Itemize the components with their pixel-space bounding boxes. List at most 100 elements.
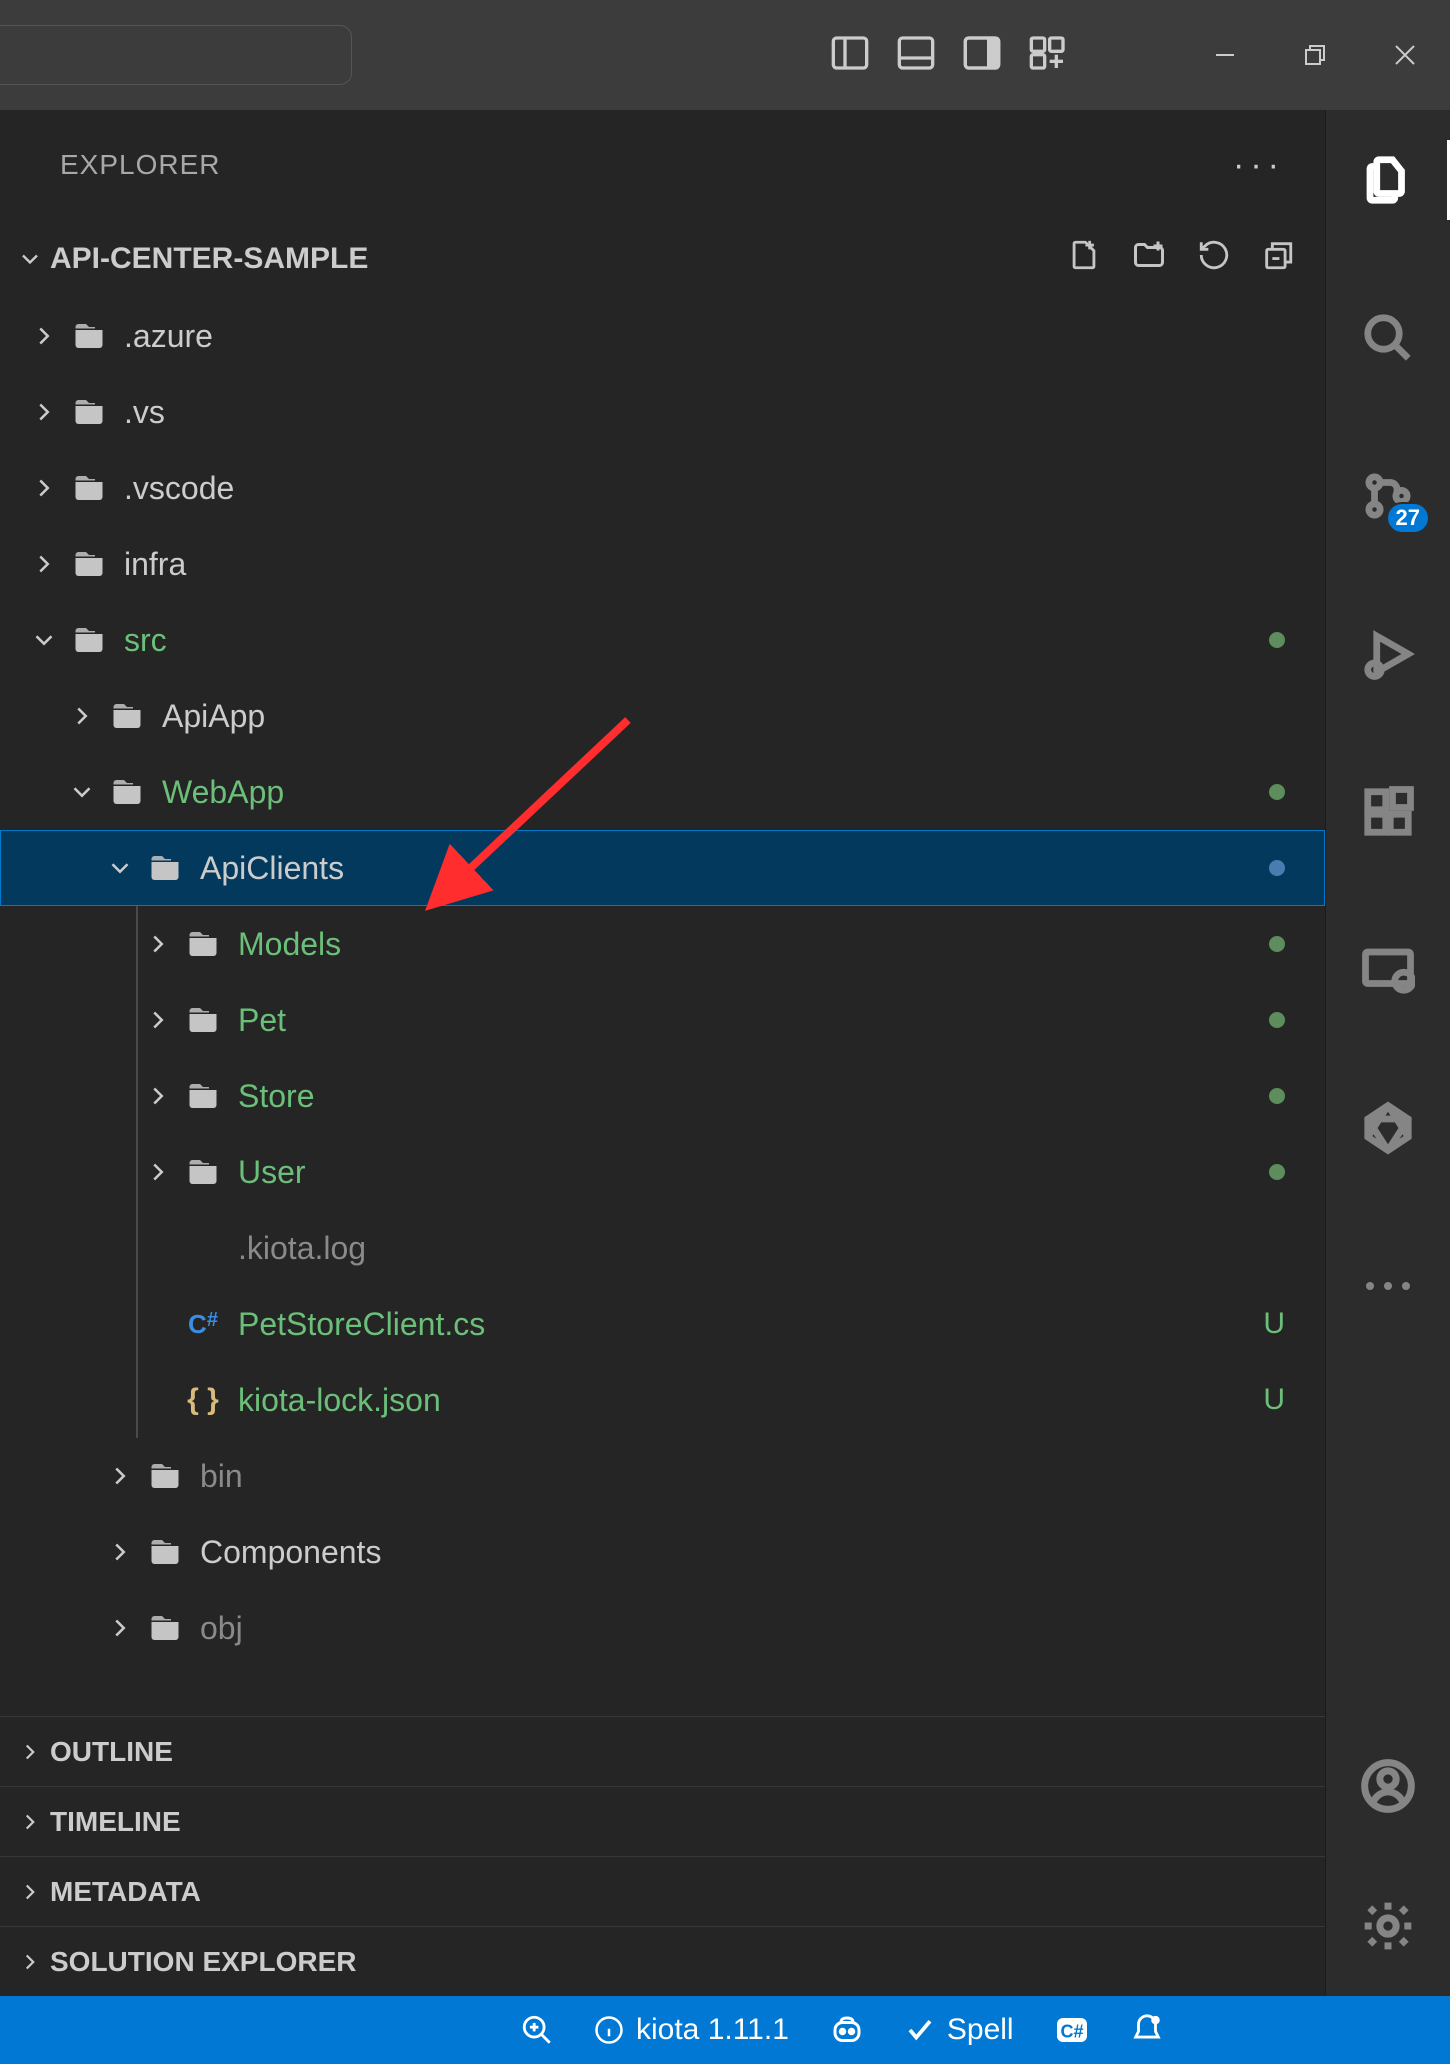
new-file-icon[interactable] xyxy=(1067,238,1101,280)
folder-icon xyxy=(144,847,186,889)
metadata-section-header[interactable]: METADATA xyxy=(0,1856,1325,1926)
tree-item-label: .vs xyxy=(124,394,165,431)
folder-icon xyxy=(144,1455,186,1497)
window-close-button[interactable] xyxy=(1360,0,1450,110)
tree-item-label: src xyxy=(124,622,167,659)
explorer-header-actions xyxy=(1067,237,1295,281)
chevron-right-icon xyxy=(20,473,68,503)
explorer-more-icon[interactable]: ··· xyxy=(1233,146,1285,185)
tree-item-label: PetStoreClient.cs xyxy=(238,1306,485,1343)
activity-more-icon[interactable] xyxy=(1358,1256,1418,1316)
outline-section-header[interactable]: OUTLINE xyxy=(0,1716,1325,1786)
chevron-right-icon xyxy=(10,1809,50,1835)
file-row-petstoreclient-cs[interactable]: C# PetStoreClient.cs U xyxy=(0,1286,1325,1362)
chevron-right-icon xyxy=(10,1739,50,1765)
chevron-right-icon xyxy=(96,1461,144,1491)
folder-row--azure[interactable]: .azure xyxy=(0,298,1325,374)
json-icon: { } xyxy=(182,1379,224,1421)
tree-item-label: .azure xyxy=(124,318,213,355)
git-modified-dot xyxy=(1269,1164,1285,1180)
tree-item-label: infra xyxy=(124,546,186,583)
status-copilot[interactable] xyxy=(829,2012,865,2048)
tree-item-label: .vscode xyxy=(124,470,234,507)
folder-row-models[interactable]: Models xyxy=(0,906,1325,982)
metadata-label: METADATA xyxy=(50,1876,201,1908)
chevron-right-icon xyxy=(10,1949,50,1975)
folder-row-apiapp[interactable]: ApiApp xyxy=(0,678,1325,754)
status-notifications-icon[interactable] xyxy=(1130,2013,1164,2047)
git-modified-dot xyxy=(1269,632,1285,648)
folder-row--vs[interactable]: .vs xyxy=(0,374,1325,450)
folder-row-src[interactable]: src xyxy=(0,602,1325,678)
title-bar xyxy=(0,0,1450,110)
folder-icon xyxy=(68,391,110,433)
collapsed-sections: OUTLINE TIMELINE METADATA xyxy=(0,1716,1325,1996)
chevron-right-icon xyxy=(10,1879,50,1905)
folder-icon xyxy=(144,1607,186,1649)
activity-search-icon[interactable] xyxy=(1358,308,1418,368)
activity-extensions-icon[interactable] xyxy=(1358,782,1418,842)
chevron-right-icon xyxy=(134,929,182,959)
cs-icon: C# xyxy=(182,1303,224,1345)
solution-explorer-section-header[interactable]: SOLUTION EXPLORER xyxy=(0,1926,1325,1996)
layout-sidebar-left-icon[interactable] xyxy=(830,33,870,78)
collapse-all-icon[interactable] xyxy=(1261,238,1295,280)
tree-item-label: WebApp xyxy=(162,774,284,811)
folder-icon xyxy=(182,1151,224,1193)
folder-row--vscode[interactable]: .vscode xyxy=(0,450,1325,526)
folder-icon xyxy=(182,923,224,965)
tree-item-label: .kiota.log xyxy=(238,1230,366,1267)
chevron-right-icon xyxy=(58,701,106,731)
window-minimize-button[interactable] xyxy=(1180,0,1270,110)
tree-item-label: ApiApp xyxy=(162,698,265,735)
status-csharp[interactable]: C# xyxy=(1054,2012,1090,2048)
chevron-down-icon xyxy=(20,625,68,655)
folder-row-components[interactable]: Components xyxy=(0,1514,1325,1590)
activity-run-debug-icon[interactable] xyxy=(1358,624,1418,684)
activity-source-control-icon[interactable]: 27 xyxy=(1358,466,1418,526)
chevron-right-icon xyxy=(20,549,68,579)
activity-account-icon[interactable] xyxy=(1358,1756,1418,1816)
new-folder-icon[interactable] xyxy=(1131,237,1167,281)
timeline-section-header[interactable]: TIMELINE xyxy=(0,1786,1325,1856)
status-spell[interactable]: Spell xyxy=(905,2013,1014,2047)
status-spell-label: Spell xyxy=(947,2013,1014,2047)
folder-row-webapp[interactable]: WebApp xyxy=(0,754,1325,830)
chevron-right-icon xyxy=(20,321,68,351)
chevron-right-icon xyxy=(96,1613,144,1643)
layout-sidebar-right-icon[interactable] xyxy=(962,33,1002,78)
file-row-kiota-lock-json[interactable]: { }kiota-lock.jsonU xyxy=(0,1362,1325,1438)
status-kiota[interactable]: kiota 1.11.1 xyxy=(594,2013,789,2047)
folder-row-store[interactable]: Store xyxy=(0,1058,1325,1134)
git-untracked-badge: U xyxy=(1263,1307,1285,1341)
folder-row-infra[interactable]: infra xyxy=(0,526,1325,602)
refresh-icon[interactable] xyxy=(1197,238,1231,280)
activity-polyhedron-icon[interactable] xyxy=(1358,1098,1418,1158)
activity-settings-icon[interactable] xyxy=(1358,1896,1418,1956)
folder-icon xyxy=(68,467,110,509)
workspace-section-header[interactable]: API-CENTER-SAMPLE xyxy=(0,220,1325,298)
folder-row-pet[interactable]: Pet xyxy=(0,982,1325,1058)
folder-icon xyxy=(106,695,148,737)
command-center-search[interactable] xyxy=(0,25,352,85)
outline-label: OUTLINE xyxy=(50,1736,173,1768)
explorer-title: EXPLORER xyxy=(60,149,221,181)
window-restore-button[interactable] xyxy=(1270,0,1360,110)
folder-row-obj[interactable]: obj xyxy=(0,1590,1325,1666)
tree-item-label: Components xyxy=(200,1534,381,1571)
window-controls xyxy=(1180,0,1450,110)
blank-icon xyxy=(182,1227,224,1269)
folder-row-apiclients[interactable]: ApiClients xyxy=(0,830,1325,906)
activity-explorer-icon[interactable] xyxy=(1358,150,1418,210)
status-bar: kiota 1.11.1 Spell C# xyxy=(0,1996,1450,2064)
folder-row-user[interactable]: User xyxy=(0,1134,1325,1210)
explorer-sidebar: EXPLORER ··· API-CENTER-SAMPLE xyxy=(0,110,1325,1996)
layout-panel-icon[interactable] xyxy=(896,33,936,78)
layout-controls xyxy=(830,33,1068,78)
status-zoom[interactable] xyxy=(520,2013,554,2047)
customize-layout-icon[interactable] xyxy=(1028,33,1068,78)
folder-row-bin[interactable]: bin xyxy=(0,1438,1325,1514)
activity-remote-icon[interactable] xyxy=(1358,940,1418,1000)
file-row--kiota-log[interactable]: .kiota.log xyxy=(0,1210,1325,1286)
tree-item-label: ApiClients xyxy=(200,850,344,887)
